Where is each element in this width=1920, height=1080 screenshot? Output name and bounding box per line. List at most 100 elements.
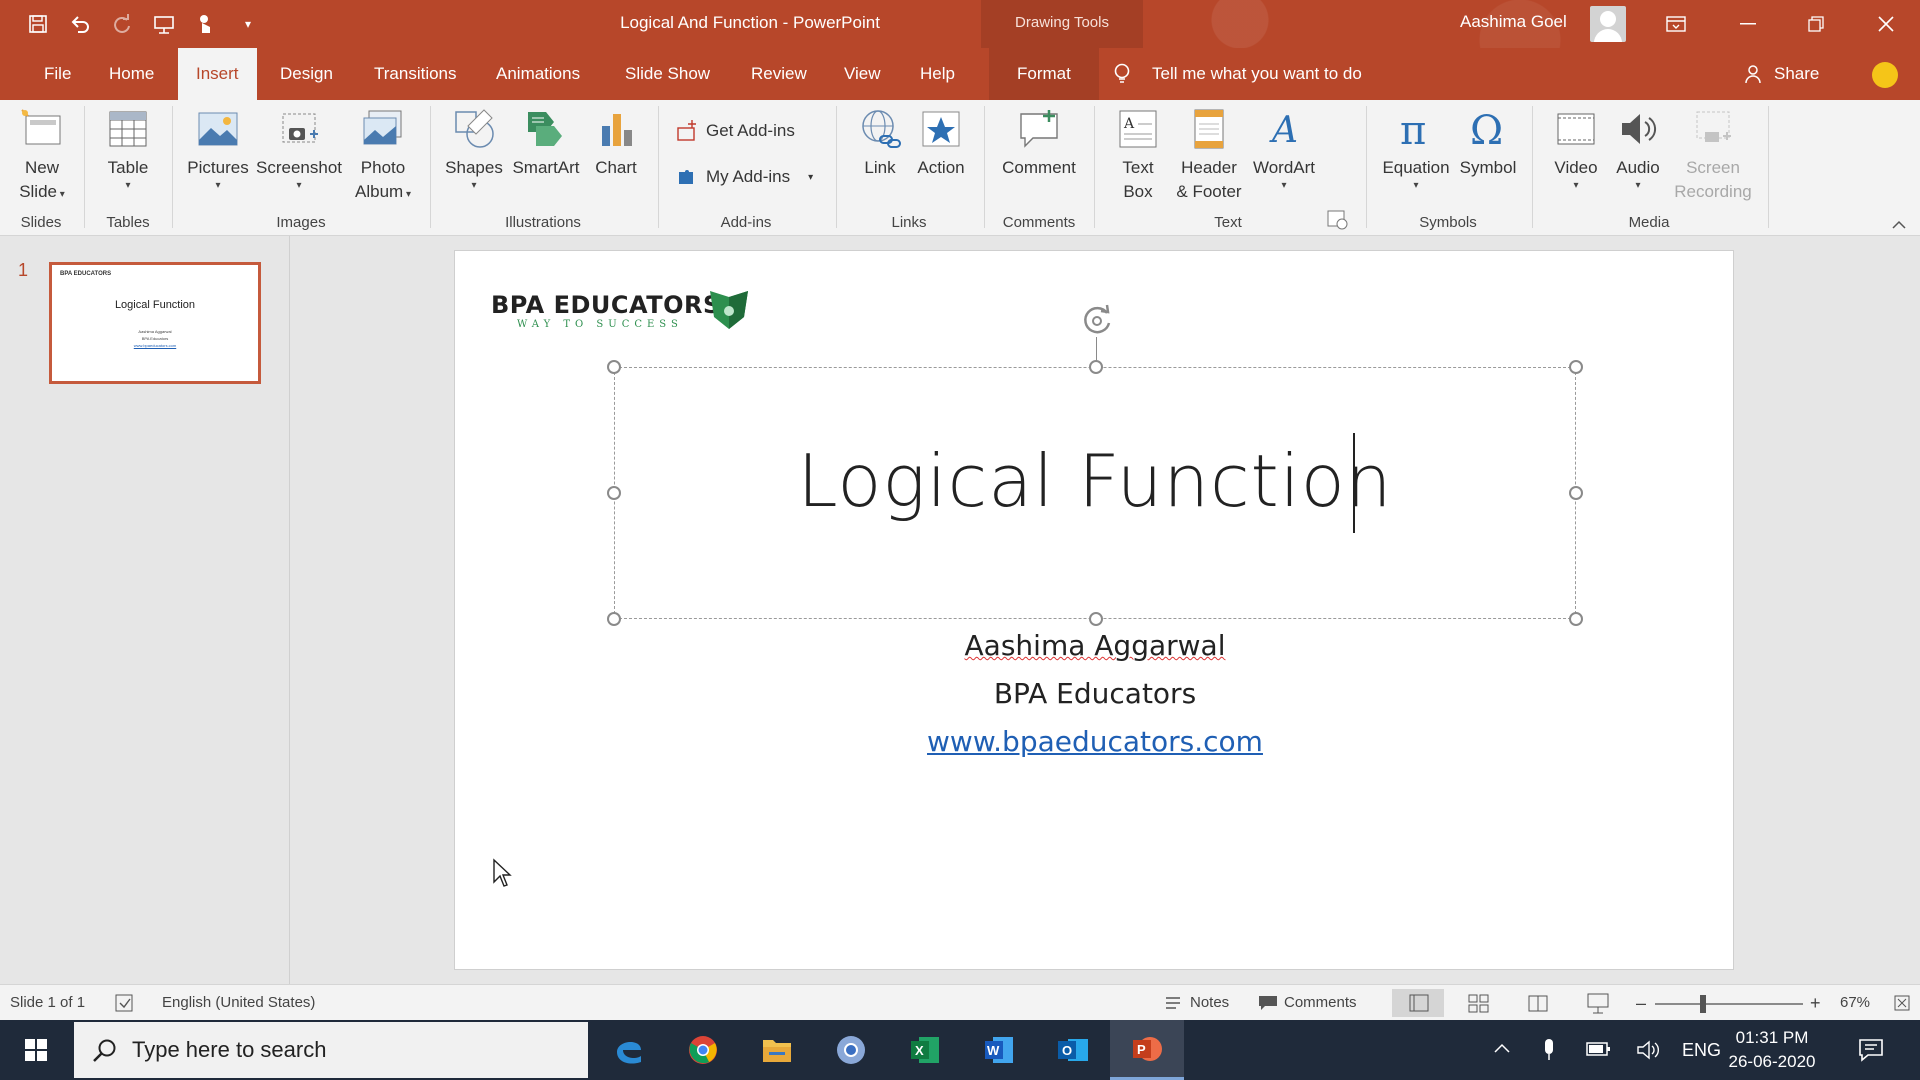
taskbar-word[interactable]: W — [962, 1020, 1036, 1080]
comments-button[interactable]: Comments — [1284, 985, 1357, 1021]
share-button[interactable]: Share — [1774, 48, 1819, 100]
show-hidden-icons-icon[interactable] — [1494, 1042, 1510, 1054]
zoom-out-button[interactable]: – — [1636, 985, 1646, 1021]
symbol-button[interactable]: Ω Symbol — [1452, 106, 1524, 180]
tab-file[interactable]: File — [26, 48, 89, 100]
resize-handle-ne[interactable] — [1569, 360, 1583, 374]
volume-icon[interactable] — [1636, 1040, 1660, 1060]
resize-handle-s[interactable] — [1089, 612, 1103, 626]
microphone-icon[interactable] — [1542, 1038, 1556, 1062]
action-center-icon[interactable] — [1858, 1037, 1884, 1063]
speaker-icon — [1622, 114, 1656, 144]
language-indicator[interactable]: English (United States) — [162, 985, 315, 1021]
smartart-button[interactable]: SmartArt — [508, 106, 584, 180]
svg-text:Ω: Ω — [1470, 108, 1503, 150]
resize-handle-sw[interactable] — [607, 612, 621, 626]
slideshow-icon — [1587, 993, 1609, 1014]
tab-slide-show[interactable]: Slide Show — [607, 48, 728, 100]
tab-review[interactable]: Review — [733, 48, 825, 100]
normal-view-icon — [1409, 994, 1429, 1012]
audio-button[interactable]: Audio ▾ — [1602, 106, 1674, 192]
subtitle-org[interactable]: BPA Educators — [614, 677, 1576, 710]
taskbar-outlook[interactable]: O — [1036, 1020, 1110, 1080]
user-avatar[interactable] — [1590, 6, 1626, 42]
screen-recording-icon — [1696, 111, 1731, 142]
slide-title[interactable]: Logical Function — [614, 439, 1576, 523]
wordart-button[interactable]: A WordArt ▾ — [1246, 106, 1322, 192]
slideshow-view-button[interactable] — [1572, 989, 1624, 1017]
tab-transitions[interactable]: Transitions — [356, 48, 475, 100]
screen-recording-button[interactable]: Screen Recording — [1668, 106, 1758, 204]
tab-format[interactable]: Format — [989, 48, 1099, 100]
resize-handle-se[interactable] — [1569, 612, 1583, 626]
subtitle-author[interactable]: Aashima Aggarwal — [614, 629, 1576, 662]
thumbnail-title: Logical Function — [114, 299, 196, 311]
taskbar-file-explorer[interactable] — [740, 1020, 814, 1080]
tab-view[interactable]: View — [826, 48, 899, 100]
video-icon — [1557, 113, 1595, 145]
ribbon-display-options-icon[interactable] — [1642, 0, 1710, 48]
equation-button[interactable]: π Equation ▾ — [1376, 106, 1456, 192]
dropdown-caret-icon: ▾ — [57, 189, 65, 200]
tab-design[interactable]: Design — [262, 48, 351, 100]
slide-thumbnail[interactable]: BPA EDUCATORS Logical Function Aashima A… — [49, 262, 261, 384]
group-label-text: Text — [1214, 214, 1242, 231]
pictures-button[interactable]: Pictures ▾ — [182, 106, 254, 192]
slide-sorter-button[interactable] — [1452, 989, 1504, 1017]
notes-button[interactable]: Notes — [1190, 985, 1229, 1021]
taskbar-chrome[interactable] — [666, 1020, 740, 1080]
start-button[interactable] — [0, 1020, 72, 1080]
zoom-level[interactable]: 67% — [1840, 985, 1870, 1021]
shapes-button[interactable]: Shapes ▾ — [438, 106, 510, 192]
chart-button[interactable]: Chart — [582, 106, 650, 180]
feedback-smiley-icon[interactable] — [1872, 62, 1898, 88]
tab-help[interactable]: Help — [902, 48, 973, 100]
tab-animations[interactable]: Animations — [478, 48, 598, 100]
screenshot-button[interactable]: Screenshot ▾ — [254, 106, 344, 192]
notes-icon — [1166, 997, 1180, 1009]
subtitle-website-link[interactable]: www.bpaeducators.com — [614, 725, 1576, 758]
system-clock[interactable]: 01:31 PM 26-06-2020 — [1712, 1026, 1832, 1074]
tab-insert[interactable]: Insert — [178, 48, 257, 100]
shapes-icon — [455, 109, 494, 148]
header-footer-button[interactable]: Header & Footer — [1166, 106, 1252, 204]
close-icon[interactable] — [1852, 0, 1920, 48]
minimize-icon[interactable] — [1714, 0, 1782, 48]
slide-canvas[interactable]: BPA EDUCATORS WAY TO SUCCESS Logical Fun… — [454, 250, 1734, 970]
text-box-button[interactable]: A Text Box — [1102, 106, 1174, 204]
new-slide-button[interactable]: New Slide ▾ — [6, 106, 78, 204]
zoom-in-button[interactable]: + — [1810, 985, 1821, 1021]
comment-button[interactable]: Comment — [996, 106, 1082, 180]
action-button[interactable]: Action — [906, 106, 976, 180]
restore-icon[interactable] — [1782, 0, 1850, 48]
user-name[interactable]: Aashima Goel — [1460, 12, 1567, 32]
taskbar-powerpoint[interactable]: P — [1110, 1020, 1184, 1080]
normal-view-button[interactable] — [1392, 989, 1444, 1017]
resize-handle-n[interactable] — [1089, 360, 1103, 374]
fit-to-window-icon[interactable] — [1894, 995, 1910, 1011]
zoom-slider-thumb[interactable] — [1700, 995, 1706, 1013]
table-button[interactable]: Table ▾ — [92, 106, 164, 192]
collapse-ribbon-icon[interactable] — [1892, 220, 1906, 230]
resize-handle-nw[interactable] — [607, 360, 621, 374]
accessibility-check-icon[interactable] — [115, 994, 135, 1012]
taskbar-chrome-alt[interactable] — [814, 1020, 888, 1080]
get-addins-button[interactable]: Get Add-ins — [676, 120, 795, 142]
taskbar-excel[interactable]: X — [888, 1020, 962, 1080]
tab-home[interactable]: Home — [91, 48, 172, 100]
group-label-tables: Tables — [106, 214, 150, 231]
rotate-handle-icon[interactable] — [1075, 299, 1119, 343]
zoom-slider-track[interactable] — [1655, 1003, 1803, 1005]
taskbar-search-box[interactable]: Type here to search — [74, 1022, 588, 1078]
group-separator — [1768, 106, 1769, 228]
my-addins-button[interactable]: My Add-ins ▾ — [676, 166, 813, 188]
reading-view-button[interactable] — [1512, 989, 1564, 1017]
battery-icon[interactable] — [1586, 1040, 1612, 1058]
word-icon: W — [985, 1037, 1013, 1063]
logo-shield-icon — [710, 291, 748, 329]
dropdown-caret-icon: ▾ — [403, 189, 411, 200]
taskbar-edge[interactable] — [592, 1020, 666, 1080]
photo-album-button[interactable]: Photo Album ▾ — [344, 106, 422, 204]
tell-me-search[interactable]: Tell me what you want to do — [1152, 48, 1362, 100]
taskbar-search-placeholder: Type here to search — [132, 1037, 327, 1062]
